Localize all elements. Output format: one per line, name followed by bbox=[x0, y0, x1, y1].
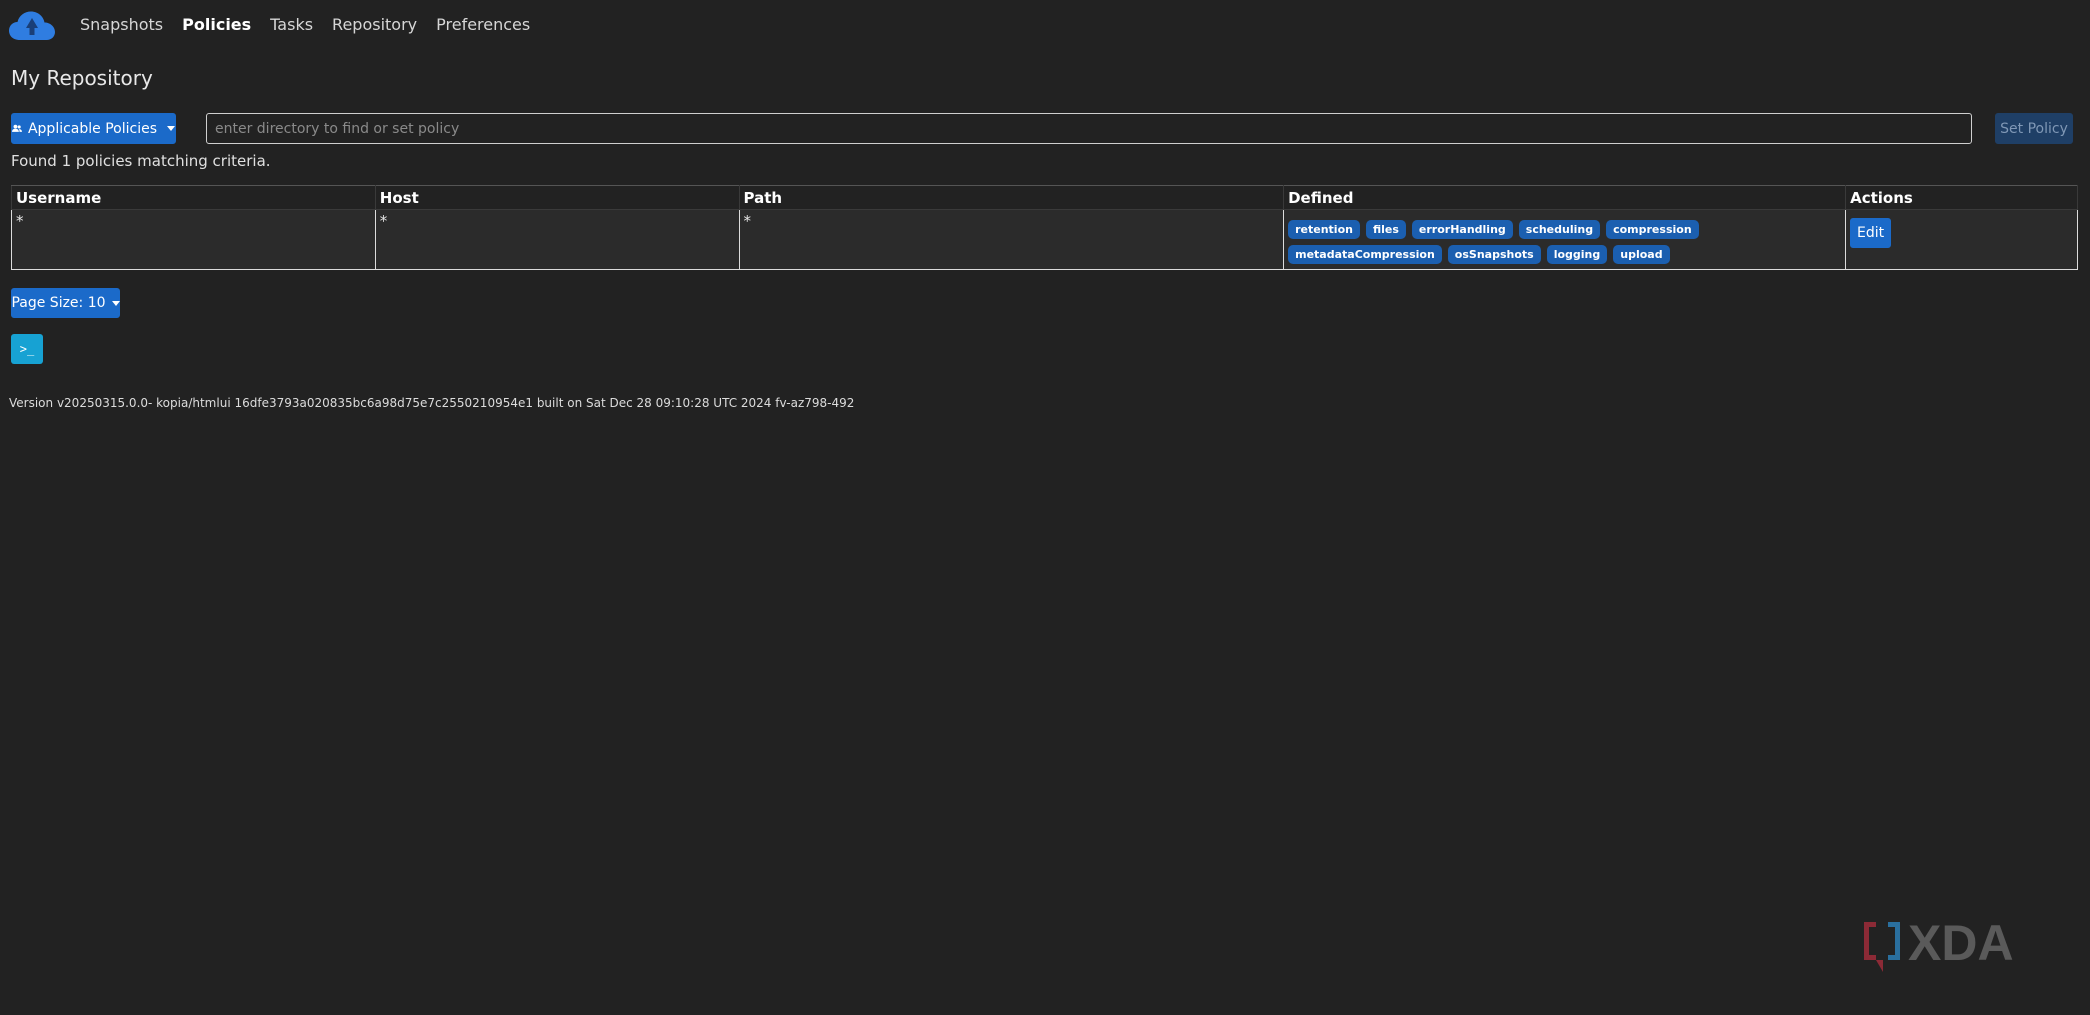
nav-policies[interactable]: Policies bbox=[182, 15, 251, 34]
badge-retention: retention bbox=[1288, 220, 1360, 239]
xda-watermark-text: XDA bbox=[1908, 916, 2014, 971]
edit-policy-button[interactable]: Edit bbox=[1850, 218, 1892, 248]
badge-compression: compression bbox=[1606, 220, 1699, 239]
header-username[interactable]: Username bbox=[11, 185, 376, 210]
cell-defined: retention files errorHandling scheduling… bbox=[1283, 209, 1847, 270]
header-host[interactable]: Host bbox=[374, 185, 740, 210]
page-title: My Repository bbox=[11, 66, 153, 90]
version-text: Version v20250315.0.0- kopia/htmlui 16df… bbox=[9, 396, 855, 410]
nav-preferences[interactable]: Preferences bbox=[436, 15, 530, 34]
defined-badges: retention files errorHandling scheduling… bbox=[1288, 212, 1828, 264]
header-actions: Actions bbox=[1845, 185, 2078, 210]
badge-scheduling: scheduling bbox=[1518, 220, 1601, 239]
navbar: Snapshots Policies Tasks Repository Pref… bbox=[0, 0, 2090, 52]
nav-repository[interactable]: Repository bbox=[332, 15, 417, 34]
table-header-row: Username Host Path Defined Actions bbox=[11, 185, 2078, 210]
policies-table: Username Host Path Defined Actions * * *… bbox=[11, 185, 2078, 270]
table-row: * * * retention files errorHandling sche… bbox=[11, 209, 2078, 270]
nav-snapshots[interactable]: Snapshots bbox=[80, 15, 163, 34]
badge-metadata-compression: metadataCompression bbox=[1288, 245, 1442, 264]
cell-actions: Edit bbox=[1845, 209, 2078, 270]
applicable-policies-label: Applicable Policies bbox=[27, 120, 157, 137]
cell-path: * bbox=[738, 209, 1285, 270]
page-size-dropdown[interactable]: Page Size: 10 bbox=[11, 288, 120, 318]
set-policy-button[interactable]: Set Policy bbox=[1995, 113, 2073, 144]
badge-os-snapshots: osSnapshots bbox=[1447, 245, 1541, 264]
cell-username: * bbox=[11, 209, 376, 270]
directory-search-input[interactable] bbox=[206, 113, 1972, 144]
xda-text: XDA bbox=[1908, 916, 2014, 971]
kopia-cloud-logo-icon[interactable] bbox=[8, 10, 56, 42]
cell-host: * bbox=[374, 209, 740, 270]
results-count-text: Found 1 policies matching criteria. bbox=[11, 152, 271, 170]
badge-upload: upload bbox=[1613, 245, 1670, 264]
terminal-button[interactable]: >_ bbox=[11, 334, 43, 364]
terminal-icon: >_ bbox=[19, 342, 35, 356]
badge-error-handling: errorHandling bbox=[1411, 220, 1513, 239]
chevron-down-icon bbox=[111, 300, 120, 306]
users-icon bbox=[12, 124, 22, 132]
page-size-label: Page Size: 10 bbox=[11, 295, 106, 311]
badge-logging: logging bbox=[1546, 245, 1608, 264]
header-defined[interactable]: Defined bbox=[1283, 185, 1847, 210]
header-path[interactable]: Path bbox=[738, 185, 1285, 210]
nav-tasks[interactable]: Tasks bbox=[270, 15, 313, 34]
badge-files: files bbox=[1365, 220, 1406, 239]
chevron-down-icon bbox=[167, 126, 175, 131]
nav-links: Snapshots Policies Tasks Repository Pref… bbox=[80, 15, 549, 34]
xda-watermark-logo: XDA bbox=[1864, 916, 2014, 972]
applicable-policies-button[interactable]: Applicable Policies bbox=[11, 113, 176, 144]
